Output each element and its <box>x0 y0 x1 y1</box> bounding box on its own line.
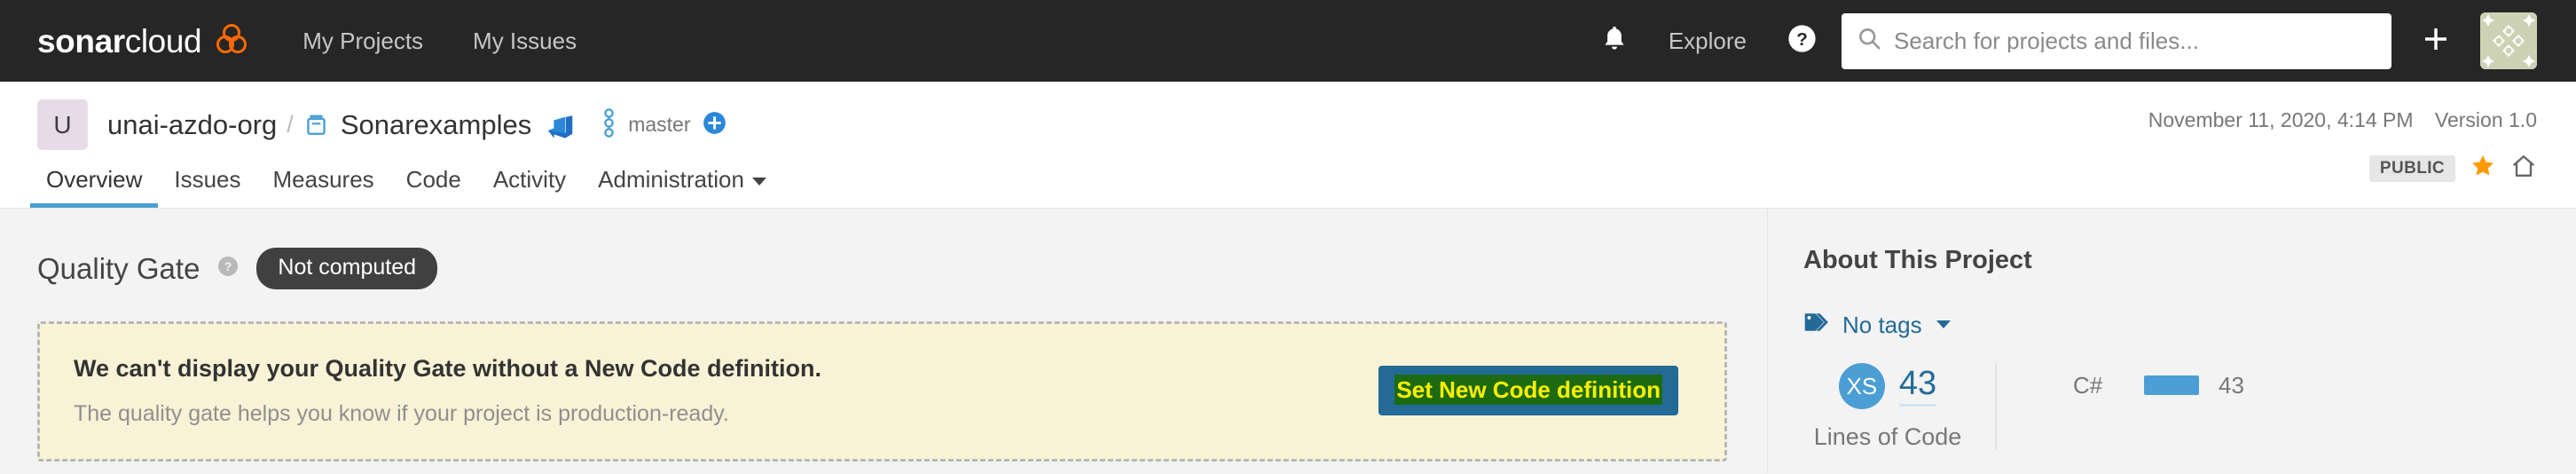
svg-text:?: ? <box>1796 29 1808 50</box>
search-input[interactable]: Search for projects and files... <box>1842 12 2391 69</box>
alert-text-group: We can't display your Quality Gate witho… <box>74 354 1378 427</box>
breadcrumb-project-link[interactable]: Sonarexamples <box>341 109 531 141</box>
page-body: Quality Gate ? Not computed We can't dis… <box>0 209 2576 473</box>
azure-devops-icon <box>546 110 575 139</box>
status-badge: PUBLIC <box>2368 154 2455 182</box>
language-value: 43 <box>2219 372 2244 399</box>
language-distribution: C# 43 <box>1997 363 2244 397</box>
branch-name: master <box>628 113 691 136</box>
language-bar <box>2144 375 2199 395</box>
lines-of-code-value-row: XS 43 <box>1838 363 1937 409</box>
tab-code[interactable]: Code <box>390 168 477 208</box>
global-navigation-bar: sonarcloud My Projects My Issues Explore <box>0 0 2576 82</box>
create-new-button[interactable] <box>2391 25 2480 58</box>
quality-gate-status-badge: Not computed <box>256 248 438 289</box>
home-icon[interactable] <box>2510 153 2537 184</box>
help-button[interactable]: ? <box>1764 24 1836 58</box>
nav-link-my-projects[interactable]: My Projects <box>302 29 423 52</box>
help-circle-icon[interactable]: ? <box>217 256 239 281</box>
language-name: C# <box>2073 372 2103 399</box>
chevron-down-icon <box>1936 320 1951 328</box>
project-tabs: Overview Issues Measures Code Activity A… <box>30 168 782 208</box>
brand-wordmark: sonarcloud <box>37 22 202 59</box>
tag-icon <box>1803 311 1830 338</box>
tab-measures[interactable]: Measures <box>257 168 390 208</box>
about-this-project-panel: About This Project No tags XS 43 Lines o… <box>1768 209 2576 473</box>
tab-issues[interactable]: Issues <box>158 168 256 208</box>
branch-selector[interactable]: master <box>601 107 726 142</box>
add-branch-icon[interactable] <box>703 111 726 139</box>
project-header: U unai-azdo-org / Sonarexamples master N… <box>0 82 2576 209</box>
project-header-badges: PUBLIC <box>2368 153 2537 184</box>
project-qualifier-icon <box>303 112 329 138</box>
star-favorite-icon[interactable] <box>2470 153 2496 184</box>
organization-avatar[interactable]: U <box>37 99 88 150</box>
search-input-placeholder: Search for projects and files... <box>1894 29 2199 52</box>
svg-text:?: ? <box>224 259 232 273</box>
project-version: Version 1.0 <box>2434 108 2537 131</box>
notifications-button[interactable] <box>1578 25 1651 58</box>
sonarcloud-logo-icon <box>214 22 249 60</box>
set-new-code-definition-label: Set New Code definition <box>1394 374 1662 406</box>
lines-of-code-block: XS 43 Lines of Code <box>1803 363 1997 449</box>
lines-of-code-section: XS 43 Lines of Code C# 43 <box>1803 363 2541 449</box>
tab-activity[interactable]: Activity <box>477 168 582 208</box>
chevron-down-icon <box>751 177 766 186</box>
tab-administration[interactable]: Administration <box>582 168 782 208</box>
alert-title: We can't display your Quality Gate witho… <box>74 355 822 382</box>
about-this-project-title: About This Project <box>1803 246 2032 274</box>
plus-icon <box>2422 25 2450 58</box>
global-nav-right-group: Explore ? Search for projects and files.… <box>1578 12 2537 69</box>
user-avatar-identicon[interactable] <box>2480 12 2537 69</box>
set-new-code-definition-button[interactable]: Set New Code definition <box>1378 365 1678 416</box>
alert-subtitle: The quality gate helps you know if your … <box>74 401 729 427</box>
tab-administration-label: Administration <box>598 166 744 193</box>
breadcrumb-organization-link[interactable]: unai-azdo-org <box>107 109 277 141</box>
nav-link-my-issues[interactable]: My Issues <box>473 29 577 52</box>
help-circle-icon: ? <box>1787 24 1817 58</box>
new-code-definition-alert: We can't display your Quality Gate witho… <box>37 321 1727 462</box>
analysis-date: November 11, 2020, 4:14 PM <box>2148 108 2414 131</box>
project-tags-selector[interactable]: No tags <box>1803 311 2541 338</box>
bell-icon <box>1601 25 1628 58</box>
quality-gate-header: Quality Gate ? Not computed <box>37 248 1727 289</box>
overview-main-column: Quality Gate ? Not computed We can't dis… <box>0 209 1768 473</box>
project-analysis-meta: November 11, 2020, 4:14 PM Version 1.0 <box>2148 108 2537 132</box>
size-rating-badge: XS <box>1838 363 1885 409</box>
page-title: Quality Gate <box>37 252 200 285</box>
lines-of-code-label: Lines of Code <box>1813 423 1962 450</box>
tab-overview[interactable]: Overview <box>30 168 159 208</box>
language-row: C# 43 <box>2073 374 2244 397</box>
search-icon <box>1857 27 1881 55</box>
nav-link-explore[interactable]: Explore <box>1651 28 1764 55</box>
project-tags-label: No tags <box>1842 311 1922 338</box>
lines-of-code-value[interactable]: 43 <box>1898 367 1937 407</box>
branch-icon <box>601 107 617 142</box>
breadcrumb-separator: / <box>287 111 294 138</box>
sonarcloud-logo[interactable]: sonarcloud <box>37 22 249 60</box>
